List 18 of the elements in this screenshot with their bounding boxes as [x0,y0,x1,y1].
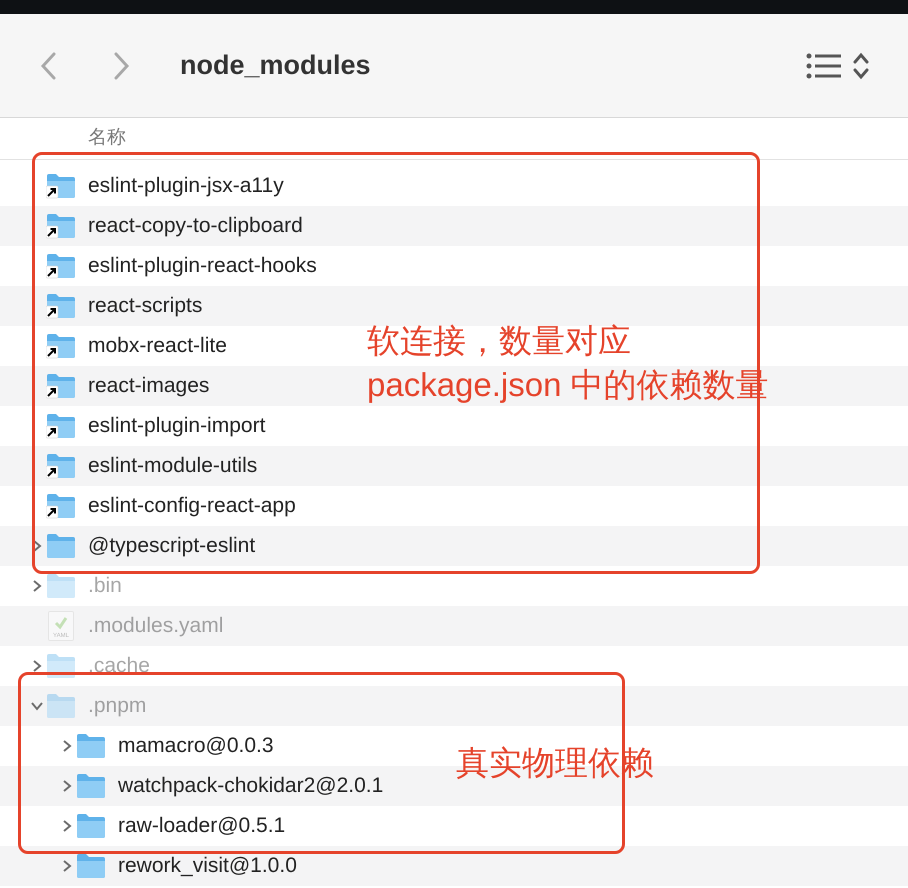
annotation-text: 软连接，数量对应 [367,321,632,361]
file-name[interactable]: @typescript-eslint [88,530,256,562]
file-name[interactable]: raw-loader@0.5.1 [118,810,286,842]
file-name[interactable]: mobx-react-lite [88,330,227,362]
file-name[interactable]: react-images [88,370,210,402]
sort-icon[interactable] [852,50,870,80]
list-view-icon[interactable] [806,52,842,78]
file-name[interactable]: eslint-module-utils [88,450,258,482]
file-name[interactable]: eslint-plugin-import [88,410,266,442]
file-name[interactable]: rework_visit@1.0.0 [118,850,297,882]
column-header[interactable]: 名称 [88,124,126,153]
file-name[interactable]: eslint-plugin-jsx-a11y [88,170,284,202]
file-name[interactable]: react-scripts [88,290,202,322]
window-title: node_modules [180,49,371,82]
file-name[interactable]: eslint-config-react-app [88,490,296,522]
file-name[interactable]: react-copy-to-clipboard [88,210,303,242]
file-name[interactable]: eslint-plugin-react-hooks [88,250,317,282]
file-name[interactable]: mamacro@0.0.3 [118,730,274,762]
